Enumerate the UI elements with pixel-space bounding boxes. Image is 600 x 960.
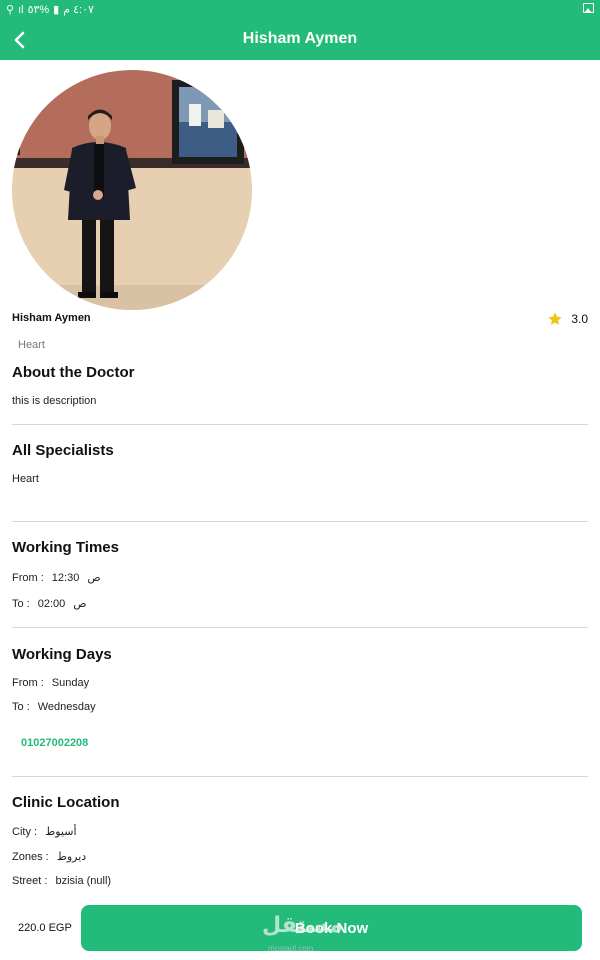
from-label: From : — [12, 677, 44, 689]
status-left: ٤:٠٧ م ▮ %٥٣ ıl ⚲ — [6, 3, 94, 17]
zones-value: ديروط — [56, 851, 87, 863]
specialists-title: All Specialists — [12, 442, 114, 459]
to-day: Wednesday — [37, 701, 96, 713]
about-title: About the Doctor — [12, 364, 135, 381]
star-icon — [548, 312, 562, 325]
street-label: Street : — [12, 875, 48, 887]
doctor-avatar — [12, 70, 252, 310]
rating: 3.0 — [547, 311, 588, 327]
to-suffix: ص — [73, 598, 87, 610]
book-now-label: Book Now — [294, 919, 369, 937]
divider — [12, 521, 588, 522]
price: 220.0 EGP — [18, 922, 72, 934]
city-value: أسيوط — [45, 826, 77, 838]
location-street: Street : bzisia (null) — [12, 875, 111, 887]
to-time: 02:00 — [37, 597, 66, 610]
about-description: this is description — [12, 395, 97, 407]
working-days-title: Working Days — [12, 646, 112, 663]
bottom-bar: 220.0 EGP Book Now — [0, 900, 600, 960]
book-now-button[interactable]: Book Now — [81, 905, 582, 951]
location-icon: ⚲ — [6, 4, 15, 16]
working-day-from: From : Sunday — [12, 677, 89, 689]
to-label: To : — [12, 597, 30, 610]
specialist-item: Heart — [12, 473, 39, 485]
working-time-to: To : 02:00 ص — [12, 597, 87, 611]
status-right — [583, 3, 594, 16]
from-day: Sunday — [51, 677, 90, 689]
to-label: To : — [12, 701, 30, 713]
from-suffix: ص — [87, 572, 101, 584]
status-battery: %٥٣ — [27, 4, 50, 16]
from-label: From : — [12, 571, 44, 584]
status-time: ٤:٠٧ م — [63, 4, 94, 16]
phone-link[interactable]: 01027002208 — [21, 737, 88, 749]
specialty-tag: Heart — [18, 339, 45, 351]
city-label: City : — [12, 825, 38, 838]
location-zones: Zones : ديروط — [12, 850, 87, 864]
street-value: bzisia (null) — [55, 875, 112, 887]
page-title: Hisham Aymen — [242, 30, 358, 47]
app-bar: Hisham Aymen — [0, 20, 600, 60]
status-bar: ٤:٠٧ م ▮ %٥٣ ıl ⚲ — [0, 0, 600, 20]
zones-label: Zones : — [12, 850, 49, 863]
divider — [12, 424, 588, 425]
gallery-icon — [583, 3, 594, 13]
divider — [12, 627, 588, 628]
working-time-from: From : 12:30 ص — [12, 571, 101, 585]
location-city: City : أسيوط — [12, 825, 77, 839]
battery-icon: ▮ — [53, 4, 60, 16]
signal-icon: ıl — [18, 3, 24, 16]
working-day-to: To : Wednesday — [12, 701, 96, 713]
doctor-name: Hisham Aymen — [12, 312, 91, 324]
from-time: 12:30 — [51, 571, 80, 584]
clinic-location-title: Clinic Location — [12, 794, 120, 811]
rating-value: 3.0 — [571, 312, 588, 326]
divider — [12, 776, 588, 777]
working-times-title: Working Times — [12, 539, 119, 556]
